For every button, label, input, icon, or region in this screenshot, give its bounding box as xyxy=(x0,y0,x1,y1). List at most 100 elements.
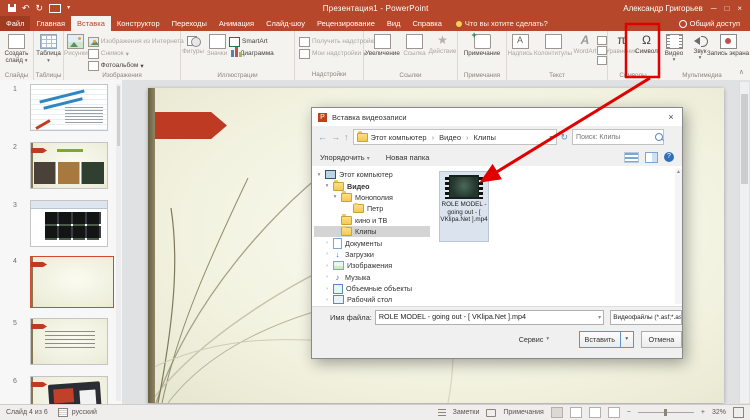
breadcrumb-videos[interactable]: Видео xyxy=(439,133,461,142)
customize-qat-icon[interactable]: ▾ xyxy=(67,4,70,13)
tab-animations[interactable]: Анимация xyxy=(213,16,260,31)
date-time-icon[interactable] xyxy=(597,36,607,45)
video-file-item-selected[interactable]: ROLE MODEL - going out - [ VKlipa.Net ].… xyxy=(439,171,489,242)
slide-sorter-view-icon[interactable] xyxy=(570,407,582,418)
zoom-out-icon[interactable]: − xyxy=(627,409,631,416)
spellcheck-icon[interactable] xyxy=(58,408,68,417)
tools-button[interactable]: Сервис▾ xyxy=(517,331,551,348)
icons-button[interactable]: Значки xyxy=(205,33,229,72)
collapse-ribbon-icon[interactable]: ∧ xyxy=(739,68,744,76)
reading-view-icon[interactable] xyxy=(589,407,601,418)
shapes-button[interactable]: Фигуры xyxy=(181,33,205,72)
slide-thumbnail-1[interactable] xyxy=(30,84,108,131)
tab-file[interactable]: Файл xyxy=(0,16,30,31)
tell-me-box[interactable]: Что вы хотите сделать? xyxy=(448,16,556,31)
maximize-button[interactable]: □ xyxy=(724,4,729,13)
symbol-button[interactable]: Ω Символ xyxy=(637,33,657,72)
slide-thumbnail-2[interactable] xyxy=(30,142,108,189)
address-dropdown-icon[interactable]: ▾ xyxy=(549,134,552,141)
equation-button[interactable]: π Уравнение xyxy=(610,33,634,72)
fit-to-window-icon[interactable] xyxy=(733,407,744,418)
breadcrumb-clips[interactable]: Клипы xyxy=(474,133,496,142)
filename-dropdown-icon[interactable]: ▾ xyxy=(598,314,601,321)
start-slideshow-icon[interactable] xyxy=(49,4,61,13)
share-button[interactable]: Общий доступ xyxy=(679,16,750,31)
pictures-button[interactable]: Рисунки xyxy=(64,33,88,72)
tab-slideshow[interactable]: Слайд-шоу xyxy=(260,16,311,31)
slideshow-view-icon[interactable] xyxy=(608,407,620,418)
tab-design[interactable]: Конструктор xyxy=(111,16,166,31)
object-icon[interactable] xyxy=(597,56,607,65)
dialog-close-icon[interactable]: × xyxy=(660,112,682,122)
cancel-button[interactable]: Отмена xyxy=(641,331,682,348)
tree-item-movies-tv[interactable]: кино и ТВ xyxy=(314,215,430,226)
tree-item-pictures[interactable]: › Изображения xyxy=(314,260,430,271)
insert-dropdown-icon[interactable]: ▾ xyxy=(621,331,634,348)
tree-item-downloads[interactable]: ›↓ Загрузки xyxy=(314,249,430,260)
slide-thumbnail-4-selected[interactable] xyxy=(30,256,114,308)
save-icon[interactable] xyxy=(8,4,16,12)
zoom-in-icon[interactable]: + xyxy=(701,409,705,416)
photo-album-button[interactable]: Фотоальбом▾ xyxy=(88,60,184,71)
tree-item-videos[interactable]: ▾ Видео xyxy=(314,180,430,191)
breadcrumb-this-pc[interactable]: Этот компьютер xyxy=(371,133,427,142)
normal-view-icon[interactable] xyxy=(551,407,563,418)
search-box[interactable] xyxy=(572,129,664,145)
user-name[interactable]: Александр Григорьев xyxy=(623,4,703,13)
new-slide-button[interactable]: Создатьслайд ▾ xyxy=(5,33,29,72)
up-icon[interactable]: ↑ xyxy=(344,132,349,142)
preview-pane-icon[interactable] xyxy=(645,152,658,163)
table-button[interactable]: Таблица▾ xyxy=(36,33,61,72)
tab-help[interactable]: Справка xyxy=(406,16,447,31)
zoom-level[interactable]: 32% xyxy=(712,409,726,416)
filename-combo[interactable]: ▾ xyxy=(375,310,604,325)
header-footer-button[interactable]: Колонтитулы xyxy=(533,33,573,72)
tree-item-3d-objects[interactable]: › Объемные объекты xyxy=(314,283,430,294)
panel-scrollbar[interactable] xyxy=(116,84,121,401)
slide-thumbnail-3[interactable] xyxy=(30,200,108,247)
minimize-button[interactable]: ─ xyxy=(711,4,717,13)
redo-icon[interactable]: ↻ xyxy=(36,4,44,13)
tab-transitions[interactable]: Переходы xyxy=(166,16,213,31)
action-button[interactable]: ★ Действие xyxy=(429,33,457,72)
filetype-filter-combo[interactable]: Видеофайлы (*.asf;*.asx;*.wpl;* ▾ xyxy=(610,310,682,325)
video-button[interactable]: Видео ▾ xyxy=(661,33,687,72)
chart-button[interactable]: Диаграмма xyxy=(229,48,274,59)
comments-toggle[interactable]: Примечания xyxy=(503,409,543,416)
language-label[interactable]: русский xyxy=(72,409,97,416)
textbox-button[interactable]: A Надпись xyxy=(507,33,533,72)
tree-item-music[interactable]: ›♪ Музыка xyxy=(314,272,430,283)
tree-scrollbar[interactable]: ▲ xyxy=(675,169,682,304)
zoom-slider[interactable] xyxy=(638,412,694,413)
back-icon[interactable]: ← xyxy=(318,132,327,142)
tree-item-clips-selected[interactable]: Клипы xyxy=(314,226,430,237)
organize-button[interactable]: Упорядочить ▾ xyxy=(312,153,378,162)
tab-review[interactable]: Рецензирование xyxy=(311,16,381,31)
online-pictures-button[interactable]: Изображения из Интернета xyxy=(88,36,184,47)
help-icon[interactable]: ? xyxy=(664,152,674,162)
tab-home[interactable]: Главная xyxy=(30,16,71,31)
new-folder-button[interactable]: Новая папка xyxy=(378,153,438,162)
tree-item-documents[interactable]: › Документы xyxy=(314,237,430,248)
undo-icon[interactable]: ↶ xyxy=(22,4,30,13)
screenshot-button[interactable]: Снимок▾ xyxy=(88,48,184,59)
insert-button[interactable]: Вставить xyxy=(579,331,621,348)
tree-item-monopoly[interactable]: ▾ Монополия xyxy=(314,192,430,203)
search-input[interactable] xyxy=(573,134,655,141)
address-bar[interactable]: Этот компьютер › Видео › Клипы ▾ xyxy=(353,129,557,145)
filename-input[interactable] xyxy=(376,311,592,322)
view-mode-icon[interactable] xyxy=(624,152,639,163)
slide-thumbnail-5[interactable] xyxy=(30,318,108,365)
tab-view[interactable]: Вид xyxy=(381,16,407,31)
tree-item-this-pc[interactable]: ▾ Этот компьютер xyxy=(314,169,430,180)
refresh-icon[interactable]: ↻ xyxy=(557,132,573,143)
screen-recording-button[interactable]: Запись экрана xyxy=(713,33,743,72)
tree-item-desktop[interactable]: › Рабочий стол xyxy=(314,294,430,304)
tree-item-petr[interactable]: Петр xyxy=(314,203,430,214)
forward-icon[interactable]: → xyxy=(331,132,340,142)
close-button[interactable]: × xyxy=(737,4,742,13)
zoom-link-button[interactable]: Увеличение xyxy=(365,33,401,72)
wordart-button[interactable]: A WordArt xyxy=(573,33,597,72)
link-button[interactable]: Ссылка xyxy=(403,33,427,72)
canvas-scrollbar[interactable] xyxy=(739,82,749,403)
